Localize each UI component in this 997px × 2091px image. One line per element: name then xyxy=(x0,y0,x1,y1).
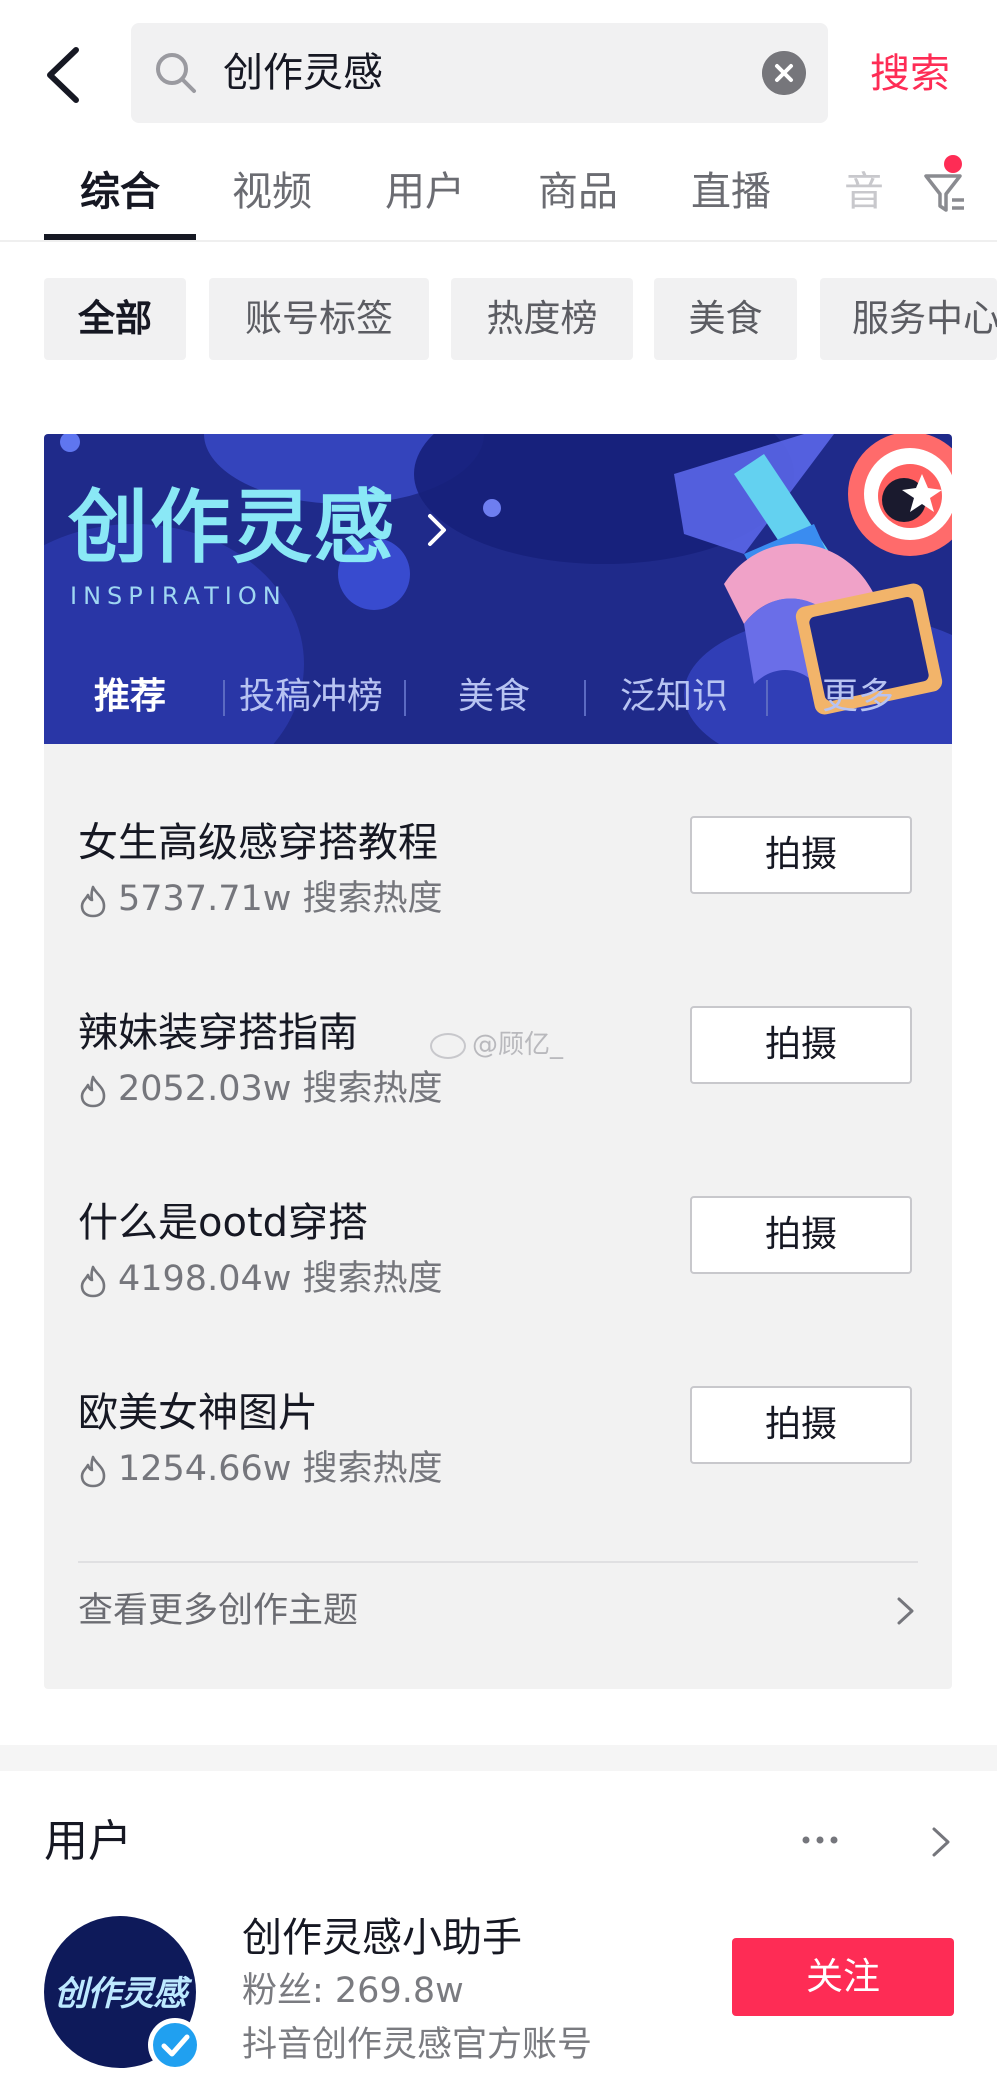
result-tabs: 综合 视频 用户 商品 直播 音 xyxy=(0,150,997,242)
clear-icon[interactable] xyxy=(762,51,806,95)
topic-row[interactable]: 什么是ootd穿搭 4198.04w 搜索热度 拍摄 xyxy=(44,1196,952,1346)
flame-icon xyxy=(80,885,106,918)
banner-tab-more[interactable]: 更多 xyxy=(822,672,894,722)
tab-separator xyxy=(584,680,586,716)
back-arrow-icon[interactable] xyxy=(40,40,90,110)
banner-tab-knowledge[interactable]: 泛知识 xyxy=(620,672,728,722)
flame-icon xyxy=(80,1265,106,1298)
inspiration-banner[interactable]: 创作灵感 INSPIRATION 推荐 投稿冲榜 美食 泛知识 更多 xyxy=(44,434,952,744)
topic-heat: 5737.71w 搜索热度 xyxy=(118,879,443,919)
banner-tab-recommend[interactable]: 推荐 xyxy=(94,672,166,722)
flame-icon xyxy=(80,1455,106,1488)
section-divider xyxy=(0,1745,997,1771)
search-input[interactable]: 创作灵感 xyxy=(131,23,828,123)
avatar-logo-text: 创作灵感 xyxy=(54,1974,187,2014)
search-button[interactable]: 搜索 xyxy=(870,46,950,102)
watermark-text: @顾亿_ xyxy=(472,1030,564,1060)
shoot-button[interactable]: 拍摄 xyxy=(690,816,912,894)
tab-separator xyxy=(223,680,225,716)
banner-tab-contest[interactable]: 投稿冲榜 xyxy=(239,672,383,722)
inspiration-card: 创作灵感 INSPIRATION 推荐 投稿冲榜 美食 泛知识 更多 女生高级感… xyxy=(44,434,952,1689)
topic-heat: 4198.04w 搜索热度 xyxy=(118,1259,443,1299)
topic-heat: 2052.03w 搜索热度 xyxy=(118,1069,443,1109)
topic-title[interactable]: 辣妹装穿搭指南 xyxy=(78,1006,358,1060)
tab-separator xyxy=(766,680,768,716)
topic-title[interactable]: 什么是ootd穿搭 xyxy=(78,1196,368,1250)
chip-hot-list[interactable]: 热度榜 xyxy=(451,278,633,360)
tab-live[interactable]: 直播 xyxy=(691,164,771,220)
topic-row[interactable]: 女生高级感穿搭教程 5737.71w 搜索热度 拍摄 xyxy=(44,816,952,966)
active-tab-indicator xyxy=(44,234,196,240)
banner-subtitle: INSPIRATION xyxy=(70,582,287,610)
chevron-right-icon[interactable] xyxy=(930,1825,952,1859)
user-fans: 粉丝: 269.8w xyxy=(242,1971,464,2011)
more-topics-link[interactable]: 查看更多创作主题 xyxy=(78,1586,358,1636)
chip-service-center[interactable]: 服务中心 xyxy=(820,278,997,360)
notification-dot xyxy=(944,155,962,173)
chevron-right-icon[interactable] xyxy=(894,1594,918,1628)
banner-title[interactable]: 创作灵感 xyxy=(68,480,396,576)
tab-separator xyxy=(404,680,406,716)
chevron-right-icon xyxy=(428,514,446,546)
topic-title[interactable]: 女生高级感穿搭教程 xyxy=(78,816,438,870)
tab-music[interactable]: 音 xyxy=(844,164,884,220)
users-section-title: 用户 xyxy=(44,1816,132,1867)
flame-icon xyxy=(80,1075,106,1108)
shoot-button[interactable]: 拍摄 xyxy=(690,1386,912,1464)
watermark: @顾亿_ xyxy=(430,1024,563,1061)
verified-badge-icon xyxy=(148,2018,202,2072)
topic-title[interactable]: 欧美女神图片 xyxy=(78,1386,318,1440)
weibo-icon xyxy=(430,1032,466,1059)
filter-icon[interactable] xyxy=(920,168,970,218)
user-name[interactable]: 创作灵感小助手 xyxy=(242,1910,522,1966)
chip-account-tags[interactable]: 账号标签 xyxy=(209,278,429,360)
topic-row[interactable]: 欧美女神图片 1254.66w 搜索热度 拍摄 xyxy=(44,1386,952,1536)
banner-tab-food[interactable]: 美食 xyxy=(458,672,530,722)
more-options-icon[interactable] xyxy=(800,1820,840,1860)
shoot-button[interactable]: 拍摄 xyxy=(690,1006,912,1084)
tab-all[interactable]: 综合 xyxy=(80,164,160,220)
user-description: 抖音创作灵感官方账号 xyxy=(242,2025,593,2065)
topic-heat: 1254.66w 搜索热度 xyxy=(118,1449,443,1489)
tab-products[interactable]: 商品 xyxy=(538,164,618,220)
search-icon xyxy=(156,53,196,93)
shoot-button[interactable]: 拍摄 xyxy=(690,1196,912,1274)
tab-video[interactable]: 视频 xyxy=(232,164,312,220)
divider xyxy=(78,1561,918,1563)
chip-food[interactable]: 美食 xyxy=(654,278,797,360)
follow-button[interactable]: 关注 xyxy=(732,1938,954,2016)
search-query-text: 创作灵感 xyxy=(223,50,383,96)
search-header: 创作灵感 搜索 xyxy=(0,0,997,150)
chip-all[interactable]: 全部 xyxy=(44,278,186,360)
tab-users[interactable]: 用户 xyxy=(385,164,465,220)
